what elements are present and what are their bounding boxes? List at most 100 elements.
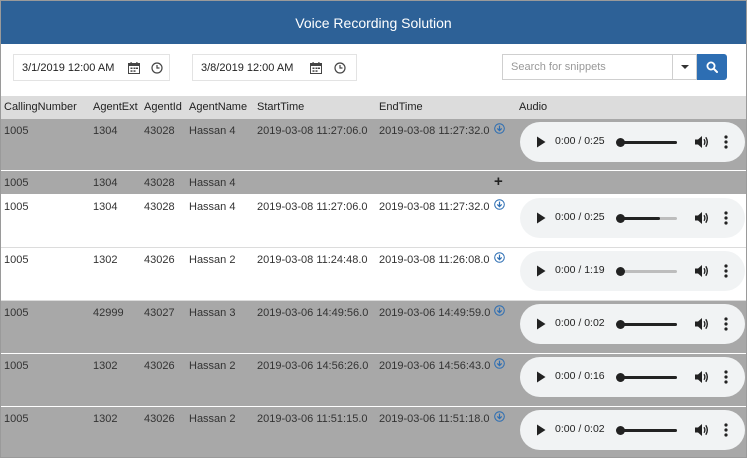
more-options-icon[interactable] [724, 135, 728, 152]
agent-ext-cell: 1302 [93, 254, 118, 266]
agent-ext-cell: 1304 [93, 125, 118, 137]
play-icon[interactable] [536, 265, 546, 280]
audio-time: 0:00 / 0:25 [555, 135, 605, 147]
table-row[interactable]: 1005 1302 43026 Hassan 2 2019-03-06 11:51:15… [1, 407, 746, 457]
volume-icon[interactable] [694, 211, 709, 228]
search-input[interactable] [503, 55, 672, 79]
calling-number-cell: 1005 [4, 125, 29, 137]
search-button[interactable] [697, 54, 727, 80]
column-header-audio[interactable]: Audio [519, 101, 547, 113]
download-icon[interactable] [494, 305, 505, 319]
audio-player[interactable]: 0:00 / 1:19 [520, 251, 745, 291]
more-options-icon[interactable] [724, 423, 728, 440]
download-icon[interactable] [494, 358, 505, 372]
play-icon[interactable] [536, 212, 546, 227]
audio-progress-slider[interactable] [616, 426, 677, 435]
volume-icon[interactable] [694, 135, 709, 152]
end-time-cell: 2019-03-08 11:27:32.0 [379, 125, 490, 137]
play-icon[interactable] [536, 136, 546, 151]
audio-progress-slider[interactable] [616, 138, 677, 147]
clock-icon[interactable] [146, 58, 169, 78]
table-row[interactable]: 1005 42999 43027 Hassan 3 2019-03-06 14:49:5… [1, 301, 746, 354]
agent-name-cell: Hassan 2 [189, 413, 236, 425]
volume-icon[interactable] [694, 264, 709, 281]
audio-time: 0:00 / 0:02 [555, 317, 605, 329]
agent-name-cell: Hassan 4 [189, 201, 236, 213]
agent-name-cell: Hassan 2 [189, 254, 236, 266]
agent-id-cell: 43026 [144, 360, 175, 372]
volume-icon[interactable] [694, 370, 709, 387]
agent-id-cell: 43028 [144, 177, 175, 189]
agent-id-cell: 43027 [144, 307, 175, 319]
volume-icon[interactable] [694, 423, 709, 440]
download-icon[interactable] [494, 199, 505, 213]
column-header-agentext[interactable]: AgentExt [93, 101, 138, 113]
audio-player[interactable]: 0:00 / 0:02 [520, 410, 745, 450]
app-title: Voice Recording Solution [295, 14, 452, 31]
column-header-agentid[interactable]: AgentId [144, 101, 182, 113]
download-icon[interactable] [494, 252, 505, 266]
audio-progress-slider[interactable] [616, 320, 677, 329]
table-row[interactable]: 1005 1304 43028 Hassan 4 2019-03-08 11:27:06… [1, 195, 746, 248]
calling-number-cell: 1005 [4, 413, 29, 425]
download-icon[interactable] [494, 411, 505, 425]
start-date-picker[interactable]: 3/1/2019 12:00 AM [13, 54, 170, 81]
expand-plus-icon[interactable]: + [494, 174, 503, 189]
volume-icon[interactable] [694, 317, 709, 334]
search-dropdown-toggle[interactable] [672, 55, 696, 79]
end-time-cell: 2019-03-08 11:27:32.0 [379, 201, 490, 213]
more-options-icon[interactable] [724, 317, 728, 334]
caret-down-icon [680, 64, 689, 69]
audio-player[interactable]: 0:00 / 0:16 [520, 357, 745, 397]
column-header-callingnumber[interactable]: CallingNumber [4, 101, 77, 113]
agent-id-cell: 43026 [144, 413, 175, 425]
agent-id-cell: 43028 [144, 125, 175, 137]
calling-number-cell: 1005 [4, 201, 29, 213]
search-box [502, 54, 697, 80]
audio-player[interactable]: 0:00 / 0:25 [520, 122, 745, 162]
more-options-icon[interactable] [724, 370, 728, 387]
more-options-icon[interactable] [724, 264, 728, 281]
audio-progress-slider[interactable] [616, 373, 677, 382]
end-date-picker[interactable]: 3/8/2019 12:00 AM [192, 54, 357, 81]
audio-time: 0:00 / 0:02 [555, 423, 605, 435]
table-header: CallingNumber AgentExt AgentId AgentName… [1, 96, 746, 119]
agent-id-cell: 43026 [144, 254, 175, 266]
column-header-starttime[interactable]: StartTime [257, 101, 304, 113]
calendar-icon[interactable] [122, 58, 145, 78]
start-time-cell: 2019-03-06 14:49:56.0 [257, 307, 369, 319]
start-time-cell: 2019-03-08 11:24:48.0 [257, 254, 368, 266]
start-time-cell: 2019-03-08 11:27:06.0 [257, 201, 368, 213]
table-row[interactable]: 1005 1302 43026 Hassan 2 2019-03-08 11:24:48… [1, 248, 746, 301]
group-row[interactable]: 1005 1304 43028 Hassan 4 + [1, 171, 746, 195]
calendar-icon[interactable] [304, 58, 328, 78]
agent-ext-cell: 42999 [93, 307, 124, 319]
audio-player[interactable]: 0:00 / 0:25 [520, 198, 745, 238]
download-icon[interactable] [494, 123, 505, 137]
more-options-icon[interactable] [724, 211, 728, 228]
audio-time: 0:00 / 1:19 [555, 264, 605, 276]
agent-name-cell: Hassan 2 [189, 360, 236, 372]
start-time-cell: 2019-03-06 14:56:26.0 [257, 360, 369, 372]
column-header-agentname[interactable]: AgentName [189, 101, 247, 113]
audio-progress-slider[interactable] [616, 214, 677, 223]
recordings-table-body: 1005 1304 43028 Hassan 4 2019-03-08 11:27:06… [1, 119, 746, 457]
audio-time: 0:00 / 0:16 [555, 370, 605, 382]
clock-icon[interactable] [328, 58, 352, 78]
play-icon[interactable] [536, 318, 546, 333]
end-date-value[interactable]: 3/8/2019 12:00 AM [201, 62, 304, 74]
calling-number-cell: 1005 [4, 177, 29, 189]
agent-ext-cell: 1304 [93, 201, 118, 213]
start-date-value[interactable]: 3/1/2019 12:00 AM [22, 62, 122, 74]
column-header-endtime[interactable]: EndTime [379, 101, 423, 113]
agent-ext-cell: 1304 [93, 177, 118, 189]
table-row[interactable]: 1005 1304 43028 Hassan 4 2019-03-08 11:27:06… [1, 119, 746, 171]
play-icon[interactable] [536, 371, 546, 386]
table-row[interactable]: 1005 1302 43026 Hassan 2 2019-03-06 14:56:26… [1, 354, 746, 407]
calling-number-cell: 1005 [4, 307, 29, 319]
audio-progress-slider[interactable] [616, 267, 677, 276]
agent-name-cell: Hassan 3 [189, 307, 236, 319]
app-header: Voice Recording Solution [1, 1, 746, 44]
audio-player[interactable]: 0:00 / 0:02 [520, 304, 745, 344]
play-icon[interactable] [536, 424, 546, 439]
